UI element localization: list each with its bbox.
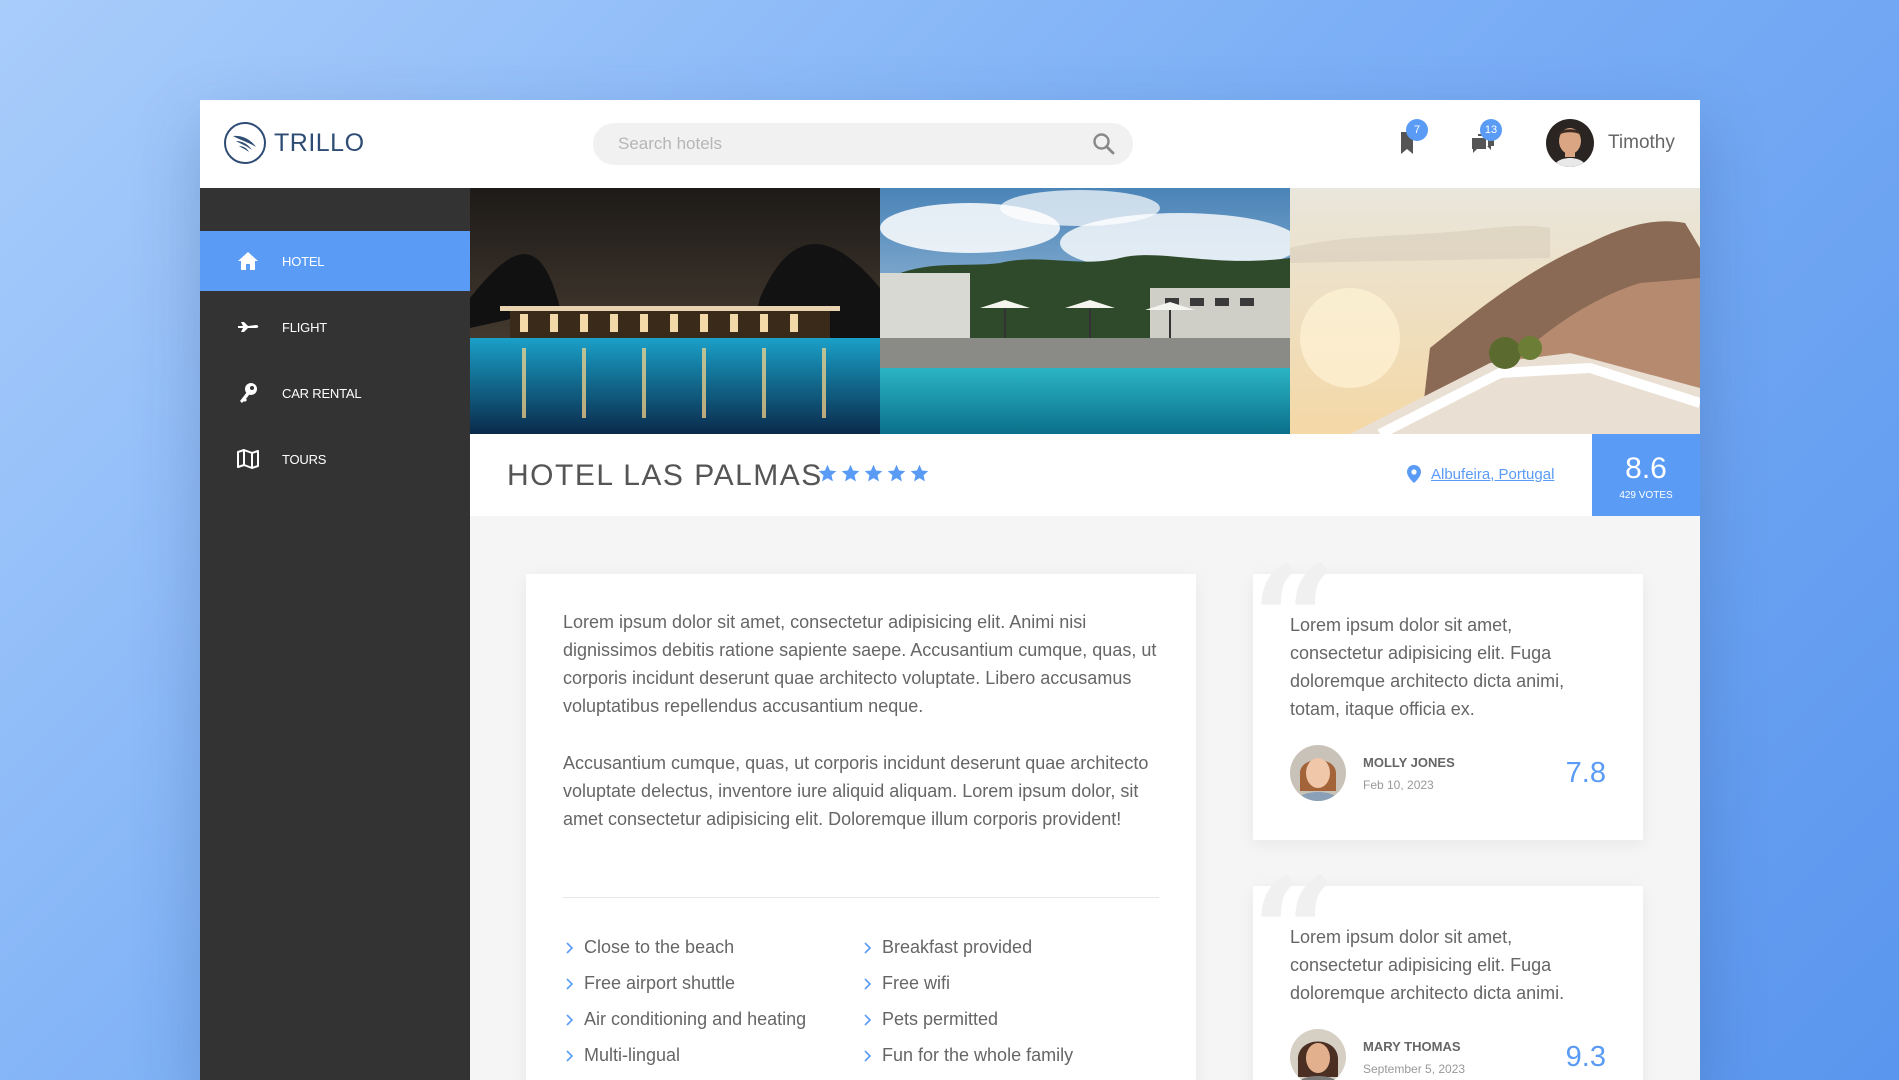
- messages-count-badge: 13: [1480, 119, 1502, 141]
- brand-name: TRILLO: [274, 128, 365, 157]
- review-text: Lorem ipsum dolor sit amet, consectetur …: [1290, 927, 1565, 1003]
- chevron-right-icon: [566, 1013, 574, 1026]
- hotel-day-pool-photo[interactable]: [880, 188, 1290, 434]
- location-link[interactable]: Albufeira, Portugal: [1431, 466, 1554, 483]
- rating-average: 8.6: [1625, 452, 1667, 485]
- review-author: Molly Jones Feb 10, 2023 7.8: [1290, 745, 1606, 801]
- feature-label: Breakfast provided: [882, 937, 1033, 957]
- list-item: Air conditioning and heating: [563, 1006, 861, 1033]
- chevron-right-icon: [864, 977, 872, 990]
- search-form: [593, 123, 1133, 165]
- app-window: TRILLO 7 13: [200, 100, 1700, 1080]
- avatar: [1546, 119, 1594, 167]
- map-pin-icon: [1407, 465, 1421, 483]
- hotel-star-rating: [817, 463, 930, 484]
- airplane-icon: [236, 315, 260, 339]
- review-rating: 7.8: [1565, 756, 1606, 789]
- review-card: “ Lorem ipsum dolor sit amet, consectetu…: [1251, 858, 1643, 1080]
- sidebar-item-tours[interactable]: Tours: [200, 429, 470, 489]
- top-header: TRILLO 7 13: [200, 100, 1700, 188]
- list-item: Fun for the whole family: [861, 1042, 1159, 1069]
- description-paragraph: Lorem ipsum dolor sit amet, consectetur …: [563, 612, 1157, 716]
- list-item: Free wifi: [861, 970, 1159, 997]
- hotel-night-pool-photo[interactable]: [470, 188, 880, 434]
- avatar: [1290, 1029, 1346, 1080]
- search-icon[interactable]: [1091, 131, 1117, 157]
- key-icon: [236, 381, 260, 405]
- star-icon: [818, 464, 837, 482]
- hotel-rating-box: 8.6 429 votes: [1592, 434, 1700, 516]
- hotel-description: Lorem ipsum dolor sit amet, consectetur …: [526, 574, 1196, 1080]
- review-rating: 9.3: [1565, 1040, 1606, 1073]
- feature-label: Free airport shuttle: [584, 973, 736, 993]
- brand-logo[interactable]: TRILLO: [224, 122, 365, 164]
- list-item: Breakfast provided: [861, 934, 1159, 961]
- reviewer-meta: Molly Jones Feb 10, 2023: [1363, 755, 1566, 792]
- star-icon: [910, 464, 929, 482]
- feature-label: Fun for the whole family: [882, 1045, 1074, 1065]
- hotel-location: Albufeira, Portugal: [1407, 465, 1554, 483]
- feature-list: Close to the beach Breakfast provided Fr…: [563, 934, 1163, 1069]
- review-author: Mary Thomas September 5, 2023 9.3: [1290, 1029, 1606, 1080]
- list-item: Pets permitted: [861, 1006, 1159, 1033]
- avatar: [1290, 745, 1346, 801]
- wing-logo-icon: [224, 122, 266, 164]
- hotel-overview: Hotel Las Palmas Albufeira, Portugal 8.6…: [470, 434, 1700, 516]
- chevron-right-icon: [864, 941, 872, 954]
- star-icon: [864, 464, 883, 482]
- user-menu[interactable]: Timothy: [1546, 119, 1675, 167]
- list-item: Free airport shuttle: [563, 970, 861, 997]
- chevron-right-icon: [864, 1049, 872, 1062]
- sidebar-item-label: Flight: [282, 319, 328, 335]
- list-item: Multi-lingual: [563, 1042, 861, 1069]
- bookmarks-button[interactable]: 7: [1390, 119, 1430, 164]
- chevron-right-icon: [566, 941, 574, 954]
- sidebar-item-hotel[interactable]: Hotel: [200, 231, 470, 291]
- review-date: September 5, 2023: [1363, 1061, 1466, 1076]
- search-input[interactable]: [593, 134, 1063, 154]
- messages-button[interactable]: 13: [1464, 119, 1504, 164]
- sidebar-item-car-rental[interactable]: Car rental: [200, 363, 470, 423]
- review-date: Feb 10, 2023: [1363, 777, 1434, 792]
- user-name: Timothy: [1608, 132, 1675, 153]
- photo-gallery: [470, 188, 1700, 434]
- description-paragraph: Accusantium cumque, quas, ut corporis in…: [563, 753, 1149, 829]
- reviewer-name: Mary Thomas: [1363, 1038, 1461, 1054]
- rating-votes: 429 votes: [1619, 490, 1673, 501]
- bookmarks-count-badge: 7: [1406, 119, 1428, 141]
- sidebar-item-label: Car rental: [282, 385, 362, 401]
- sidebar-nav: Hotel Flight Car rental Tours: [200, 231, 470, 495]
- sidebar: Hotel Flight Car rental Tours: [200, 188, 470, 1080]
- reviewer-name: Molly Jones: [1363, 754, 1455, 770]
- sidebar-item-flight[interactable]: Flight: [200, 297, 470, 357]
- map-icon: [236, 447, 260, 471]
- feature-label: Close to the beach: [584, 937, 735, 957]
- review-card: “ Lorem ipsum dolor sit amet, consectetu…: [1251, 546, 1643, 840]
- hotel-name: Hotel Las Palmas: [507, 459, 823, 492]
- chevron-right-icon: [566, 977, 574, 990]
- feature-label: Free wifi: [882, 973, 951, 993]
- reviewer-meta: Mary Thomas September 5, 2023: [1363, 1039, 1566, 1076]
- sidebar-item-label: Hotel: [282, 253, 325, 269]
- feature-label: Pets permitted: [882, 1009, 999, 1029]
- star-icon: [887, 464, 906, 482]
- chevron-right-icon: [864, 1013, 872, 1026]
- feature-label: Multi-lingual: [584, 1045, 681, 1065]
- divider: [563, 897, 1159, 898]
- review-text: Lorem ipsum dolor sit amet, consectetur …: [1290, 615, 1565, 719]
- chevron-right-icon: [566, 1049, 574, 1062]
- list-item: Close to the beach: [563, 934, 861, 961]
- home-icon: [236, 249, 260, 273]
- feature-label: Air conditioning and heating: [584, 1009, 807, 1029]
- star-icon: [841, 464, 860, 482]
- sidebar-item-label: Tours: [282, 451, 327, 467]
- hotel-cliff-terrace-photo[interactable]: [1290, 188, 1700, 434]
